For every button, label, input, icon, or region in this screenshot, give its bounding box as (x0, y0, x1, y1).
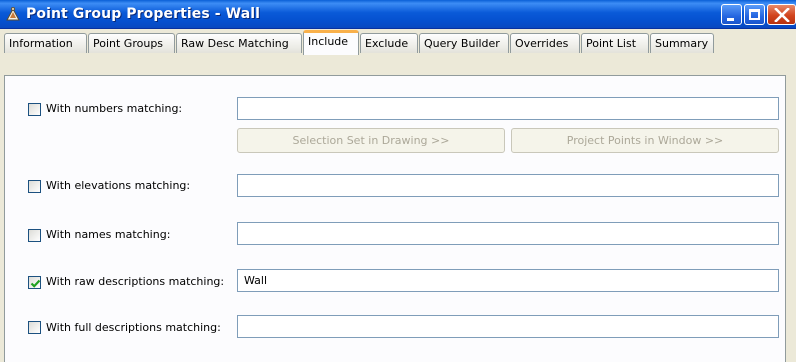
maximize-icon (749, 9, 760, 20)
elevations-checkbox[interactable] (28, 180, 41, 193)
minimize-button[interactable] (721, 4, 742, 25)
survey-point-group-icon (5, 6, 22, 23)
raw-descriptions-checkbox[interactable] (28, 276, 41, 289)
maximize-button[interactable] (744, 4, 765, 25)
minimize-icon (727, 18, 734, 21)
tab-information[interactable]: Information (4, 33, 87, 53)
names-checkbox[interactable] (28, 229, 41, 242)
full-descriptions-label: With full descriptions matching: (46, 321, 221, 334)
elevations-label: With elevations matching: (46, 179, 191, 192)
tab-point-groups[interactable]: Point Groups (88, 33, 175, 53)
close-button[interactable] (767, 4, 796, 25)
title-bar[interactable]: Point Group Properties - Wall (0, 0, 796, 29)
tab-raw-desc-matching[interactable]: Raw Desc Matching (176, 33, 302, 53)
checkmark-icon (30, 279, 41, 288)
numbers-label: With numbers matching: (46, 102, 183, 115)
tab-overrides[interactable]: Overrides (510, 33, 580, 53)
raw-descriptions-label: With raw descriptions matching: (46, 275, 225, 288)
numbers-input[interactable] (237, 97, 779, 120)
numbers-checkbox[interactable] (28, 103, 41, 116)
names-input[interactable] (237, 222, 779, 245)
tab-summary[interactable]: Summary (650, 33, 714, 53)
tab-exclude[interactable]: Exclude (360, 33, 418, 53)
names-label: With names matching: (46, 228, 171, 241)
tab-query-builder[interactable]: Query Builder (419, 33, 509, 53)
full-descriptions-checkbox[interactable] (28, 321, 41, 334)
window-title: Point Group Properties - Wall (26, 6, 261, 22)
tab-include[interactable]: Include (303, 30, 359, 55)
elevations-input[interactable] (237, 174, 779, 197)
full-descriptions-input[interactable] (237, 315, 779, 338)
selection-set-in-drawing-button[interactable]: Selection Set in Drawing >> (237, 128, 505, 153)
close-icon (774, 8, 790, 22)
raw-descriptions-input[interactable]: Wall (237, 269, 779, 292)
tab-point-list[interactable]: Point List (581, 33, 649, 53)
project-points-in-window-button[interactable]: Project Points in Window >> (511, 128, 779, 153)
include-tab-panel: With numbers matching: Selection Set in … (4, 75, 786, 362)
